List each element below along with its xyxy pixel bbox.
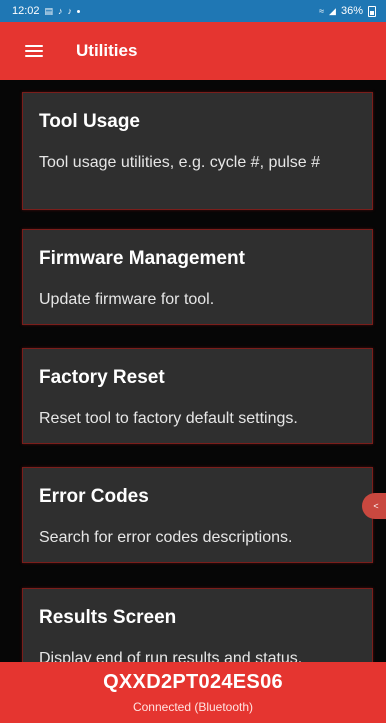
status-time: 12:02 (12, 5, 40, 17)
battery-percent: 36% (340, 5, 363, 17)
wifi-icon: ≈ (319, 5, 325, 16)
device-id: QXXD2PT024ES06 (103, 671, 283, 693)
app-screen: 12:02 ▤ ♪ ♪ ≈ ◢ 36% Utilities Tool Usage… (0, 0, 386, 723)
more-notifications-dot-icon (77, 9, 81, 13)
card-description: Reset tool to factory default settings. (39, 410, 298, 427)
card-title: Firmware Management (39, 248, 245, 269)
status-bar: 12:02 ▤ ♪ ♪ ≈ ◢ 36% (0, 0, 386, 22)
music-notification-icon-2: ♪ (67, 5, 73, 16)
signal-icon: ◢ (329, 5, 336, 16)
status-left: 12:02 ▤ ♪ ♪ (12, 5, 81, 17)
device-status-bar[interactable]: QXXD2PT024ES06 Connected (Bluetooth) (0, 662, 386, 723)
connection-status: Connected (Bluetooth) (132, 700, 254, 714)
menu-button[interactable] (22, 39, 46, 63)
card-description: Tool usage utilities, e.g. cycle #, puls… (39, 154, 321, 171)
card-error-codes[interactable]: Error Codes Search for error codes descr… (22, 467, 373, 563)
card-factory-reset[interactable]: Factory Reset Reset tool to factory defa… (22, 348, 373, 444)
card-results-screen[interactable]: Results Screen Display end of run result… (22, 588, 373, 662)
card-title: Factory Reset (39, 367, 165, 388)
card-firmware-management[interactable]: Firmware Management Update firmware for … (22, 229, 373, 325)
battery-icon (368, 5, 376, 17)
app-bar: Utilities (0, 22, 386, 80)
card-description: Update firmware for tool. (39, 291, 215, 308)
card-description: Search for error codes descriptions. (39, 529, 293, 546)
card-title: Results Screen (39, 607, 177, 628)
card-description: Display end of run results and status. (39, 650, 303, 662)
utilities-list[interactable]: Tool Usage Tool usage utilities, e.g. cy… (0, 80, 386, 662)
music-notification-icon: ♪ (58, 5, 63, 16)
card-tool-usage[interactable]: Tool Usage Tool usage utilities, e.g. cy… (22, 92, 373, 210)
card-title: Error Codes (39, 486, 149, 507)
image-notification-icon: ▤ (44, 5, 54, 16)
side-drawer-tab[interactable]: < (362, 493, 386, 519)
page-title: Utilities (76, 41, 138, 60)
status-right: ≈ ◢ 36% (319, 5, 376, 17)
hamburger-menu-icon (25, 45, 43, 57)
card-title: Tool Usage (39, 111, 140, 132)
